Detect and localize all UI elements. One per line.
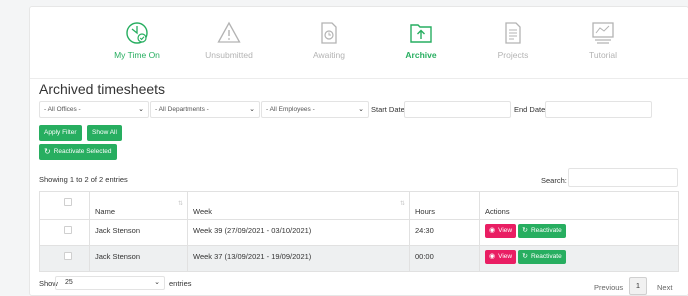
name-cell: Jack Stenson xyxy=(89,219,188,246)
departments-select[interactable]: - All Departments - ⌄ xyxy=(150,101,260,118)
refresh-icon: ↻ xyxy=(44,147,51,156)
select-all-checkbox[interactable] xyxy=(64,198,72,206)
view-button[interactable]: ◉ View xyxy=(485,224,517,238)
table-row: Jack Stenson Week 37 (13/09/2021 - 19/09… xyxy=(39,245,679,272)
page-length-value: 25 xyxy=(65,279,73,286)
row-checkbox[interactable] xyxy=(64,226,72,234)
apply-filter-button[interactable]: Apply Filter xyxy=(39,125,82,141)
table-info: Showing 1 to 2 of 2 entries xyxy=(39,175,128,184)
hours-header[interactable]: Hours xyxy=(409,191,480,220)
sort-icon: ⇅ xyxy=(399,201,405,207)
nav-projects[interactable]: Projects xyxy=(463,21,563,60)
eye-icon: ◉ xyxy=(489,227,496,234)
week-header[interactable]: Week ⇅ xyxy=(187,191,410,220)
search-label: Search: xyxy=(541,176,567,185)
refresh-icon: ↻ xyxy=(522,227,528,234)
offices-select[interactable]: - All Offices - ⌄ xyxy=(39,101,149,118)
departments-select-value: - All Departments - xyxy=(155,106,209,113)
reactivate-selected-button[interactable]: ↻ Reactivate Selected xyxy=(39,144,117,160)
nav-my-time-on[interactable]: My Time On xyxy=(87,21,187,60)
select-all-header xyxy=(39,191,90,220)
name-cell: Jack Stenson xyxy=(89,245,188,272)
actions-header-label: Actions xyxy=(485,207,510,216)
chevron-down-icon: ⌄ xyxy=(154,279,160,286)
reactivate-selected-label: Reactivate Selected xyxy=(53,148,112,155)
nav-unsubmitted[interactable]: Unsubmitted xyxy=(179,21,279,60)
nav-label: Archive xyxy=(405,50,437,60)
row-select-cell xyxy=(39,245,90,272)
projects-document-icon xyxy=(505,22,521,44)
reactivate-button[interactable]: ↻ Reactivate xyxy=(518,224,566,238)
row-select-cell xyxy=(39,219,90,246)
clock-check-icon xyxy=(126,22,148,44)
page-1-button[interactable]: 1 xyxy=(629,277,647,295)
view-button[interactable]: ◉ View xyxy=(485,250,517,264)
offices-select-value: - All Offices - xyxy=(44,106,81,113)
show-all-label: Show All xyxy=(92,129,117,136)
reactivate-button[interactable]: ↻ Reactivate xyxy=(518,250,566,264)
chevron-down-icon: ⌄ xyxy=(138,106,144,113)
start-date-label: Start Date xyxy=(371,105,405,114)
name-header[interactable]: Name ⇅ xyxy=(89,191,188,220)
refresh-icon: ↻ xyxy=(522,253,528,260)
page-length-select[interactable]: 25 ⌄ xyxy=(55,276,165,290)
top-nav: My Time On Unsubmitted Awaiting Archive … xyxy=(30,21,688,77)
table-header-row: Name ⇅ Week ⇅ Hours Actions xyxy=(39,191,679,220)
nav-divider xyxy=(30,78,688,79)
eye-icon: ◉ xyxy=(489,253,496,260)
show-all-button[interactable]: Show All xyxy=(87,125,122,141)
week-header-label: Week xyxy=(193,207,213,216)
nav-awaiting[interactable]: Awaiting xyxy=(279,21,379,60)
apply-filter-label: Apply Filter xyxy=(44,129,77,136)
view-label: View xyxy=(498,227,513,234)
start-date-input[interactable] xyxy=(404,101,511,118)
hours-cell: 00:00 xyxy=(409,245,480,272)
week-cell: Week 39 (27/09/2021 - 03/10/2021) xyxy=(187,219,410,246)
reactivate-label: Reactivate xyxy=(530,253,562,260)
tutorial-presentation-icon xyxy=(592,22,614,44)
nav-archive[interactable]: Archive xyxy=(371,21,471,60)
warning-triangle-icon xyxy=(217,21,241,43)
hours-cell: 24:30 xyxy=(409,219,480,246)
archive-folder-icon xyxy=(410,24,432,43)
nav-label: Unsubmitted xyxy=(205,50,253,60)
nav-label: Awaiting xyxy=(313,50,345,60)
employees-select[interactable]: - All Employees - ⌄ xyxy=(261,101,369,118)
table-row: Jack Stenson Week 39 (27/09/2021 - 03/10… xyxy=(39,219,679,246)
hours-header-label: Hours xyxy=(415,207,436,216)
search-input[interactable] xyxy=(568,168,678,187)
page-title: Archived timesheets xyxy=(39,81,166,97)
end-date-label: End Date xyxy=(514,105,546,114)
employees-select-value: - All Employees - xyxy=(266,106,315,113)
nav-label: Projects xyxy=(497,50,529,60)
timesheet-panel: My Time On Unsubmitted Awaiting Archive … xyxy=(29,6,688,296)
actions-cell: ◉ View ↻ Reactivate xyxy=(479,219,679,246)
view-label: View xyxy=(498,253,513,260)
row-checkbox[interactable] xyxy=(64,252,72,260)
nav-label: My Time On xyxy=(114,50,160,60)
actions-header: Actions xyxy=(479,191,679,220)
chevron-down-icon: ⌄ xyxy=(249,106,255,113)
clock-document-icon xyxy=(321,22,337,44)
nav-label: Tutorial xyxy=(588,50,618,60)
end-date-input[interactable] xyxy=(545,101,652,118)
timesheets-table: Name ⇅ Week ⇅ Hours Actions Jack Stenson W… xyxy=(39,191,679,272)
actions-cell: ◉ View ↻ Reactivate xyxy=(479,245,679,272)
name-header-label: Name xyxy=(95,207,116,216)
week-cell: Week 37 (13/09/2021 - 19/09/2021) xyxy=(187,245,410,272)
entries-label: entries xyxy=(169,279,192,288)
chevron-down-icon: ⌄ xyxy=(358,106,364,113)
reactivate-label: Reactivate xyxy=(530,227,562,234)
nav-tutorial[interactable]: Tutorial xyxy=(553,21,653,60)
sort-icon: ⇅ xyxy=(177,201,183,207)
